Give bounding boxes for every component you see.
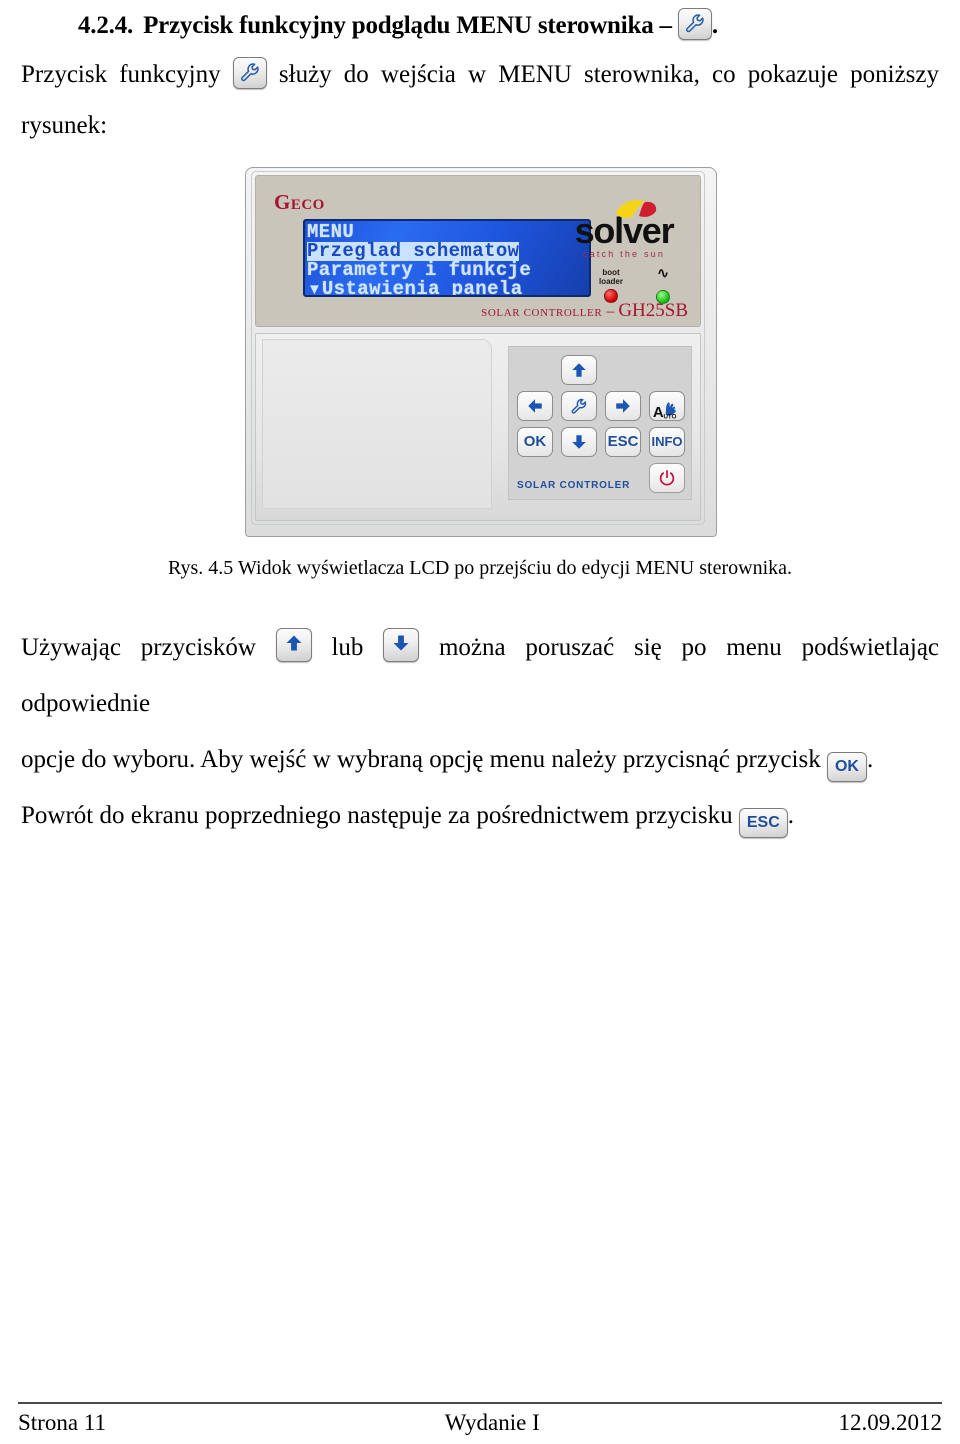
figure-controller: GECO MENU Przeglad schematow Parametry i… <box>0 163 960 541</box>
intro-text-after: służy do wejścia w MENU sterownika, co p… <box>278 61 940 88</box>
solver-logo: solver catch the sun <box>560 198 688 260</box>
page-heading: 4.2.4. Przycisk funkcyjny podglądu MENU s… <box>18 0 942 41</box>
bootloader-label-line2: loader <box>598 277 623 286</box>
heading-number: 4.2.4. <box>78 12 134 39</box>
page-footer: Strona 11 Wydanie I 12.09.2012 <box>18 1402 942 1436</box>
keypad-power-button[interactable] <box>649 463 685 493</box>
device-cover-flap <box>262 339 492 509</box>
keypad-up-button[interactable] <box>561 355 597 385</box>
nav-text-before-up: Używając przycisków <box>21 634 256 661</box>
geco-logo-rest: ECO <box>290 197 325 213</box>
keypad-left-button[interactable] <box>517 391 553 421</box>
intro-paragraph: Przycisk funkcyjny służy do wejścia w ME… <box>18 47 942 103</box>
keypad-auto-button[interactable]: A UTO <box>649 391 685 421</box>
document-page: 4.2.4. Przycisk funkcyjny podglądu MENU s… <box>0 0 960 1444</box>
navigation-paragraph-line1: Używając przycisków lub można poruszać s… <box>18 620 942 732</box>
up-arrow-icon <box>275 628 312 662</box>
svg-text:UTO: UTO <box>663 414 676 421</box>
nav-line2-period: . <box>866 746 874 773</box>
geco-logo-initial: G <box>274 190 291 214</box>
svg-text:A: A <box>653 404 664 421</box>
device-lower-body: A UTO OK ESC INFO SOLAR CONTROLER <box>255 333 701 521</box>
wrench-icon <box>677 8 712 40</box>
wrench-icon <box>232 57 267 89</box>
model-name: GH25SB <box>618 300 688 321</box>
geco-logo: GECO <box>274 190 325 215</box>
lcd-scroll-down-icon: ▼ <box>307 282 322 297</box>
heading-text: Przycisk funkcyjny podglądu MENU sterown… <box>143 12 672 39</box>
down-arrow-icon <box>383 628 420 662</box>
bootloader-label-line1: boot <box>602 268 620 277</box>
intro-text-before: Przycisk funkcyjny <box>21 61 221 88</box>
model-dash: – <box>606 303 615 320</box>
model-prefix: SOLAR CONTROLLER <box>481 307 603 319</box>
keypad-label: SOLAR CONTROLER <box>517 480 631 491</box>
sine-wave-icon: ∿ <box>656 264 670 282</box>
escape-paragraph: Powrót do ekranu poprzedniego następuje … <box>18 788 942 844</box>
power-led-group: ∿ <box>640 264 686 304</box>
esc-text: Powrót do ekranu poprzedniego następuje … <box>21 802 733 829</box>
footer-row: Strona 11 Wydanie I 12.09.2012 <box>18 1404 942 1436</box>
navigation-paragraph-line2: opcje do wyboru. Aby wejść w wybraną opc… <box>18 732 942 788</box>
lcd-row-4: ▼Ustawienia panela <box>307 278 589 297</box>
keypad-wrench-button[interactable] <box>561 391 597 421</box>
keypad-down-button[interactable] <box>561 427 597 457</box>
esc-period: . <box>787 802 794 829</box>
keypad-ok-button[interactable]: OK <box>517 427 553 457</box>
solver-flame-icon <box>616 200 657 218</box>
device-keypad: A UTO OK ESC INFO SOLAR CONTROLER <box>508 346 692 500</box>
nav-text-between: lub <box>331 634 364 661</box>
esc-key-icon: ESC <box>738 808 788 838</box>
ok-key-icon: OK <box>826 752 867 782</box>
lcd-line-settings: Ustawienia panela <box>321 278 523 297</box>
solar-controller-device: GECO MENU Przeglad schematow Parametry i… <box>241 163 719 541</box>
footer-edition: Wydanie I <box>444 1410 540 1435</box>
heading-period: . <box>711 12 718 39</box>
bootloader-led-group: boot loader <box>588 268 634 303</box>
device-front-panel: GECO MENU Przeglad schematow Parametry i… <box>255 175 701 327</box>
keypad-esc-button[interactable]: ESC <box>605 427 641 457</box>
figure-caption: Rys. 4.5 Widok wyświetlacza LCD po przej… <box>167 557 792 579</box>
keypad-right-button[interactable] <box>605 391 641 421</box>
lcd-display: MENU Przeglad schematow Parametry i funk… <box>303 219 591 297</box>
footer-page-number: Strona 11 <box>18 1410 106 1435</box>
model-designation: SOLAR CONTROLLER – GH25SB <box>481 300 688 322</box>
footer-date: 12.09.2012 <box>838 1410 943 1435</box>
intro-paragraph-line2: rysunek: <box>21 112 108 139</box>
nav-line2-text: opcje do wyboru. Aby wejść w wybraną opc… <box>21 746 821 773</box>
keypad-info-button[interactable]: INFO <box>649 427 685 457</box>
